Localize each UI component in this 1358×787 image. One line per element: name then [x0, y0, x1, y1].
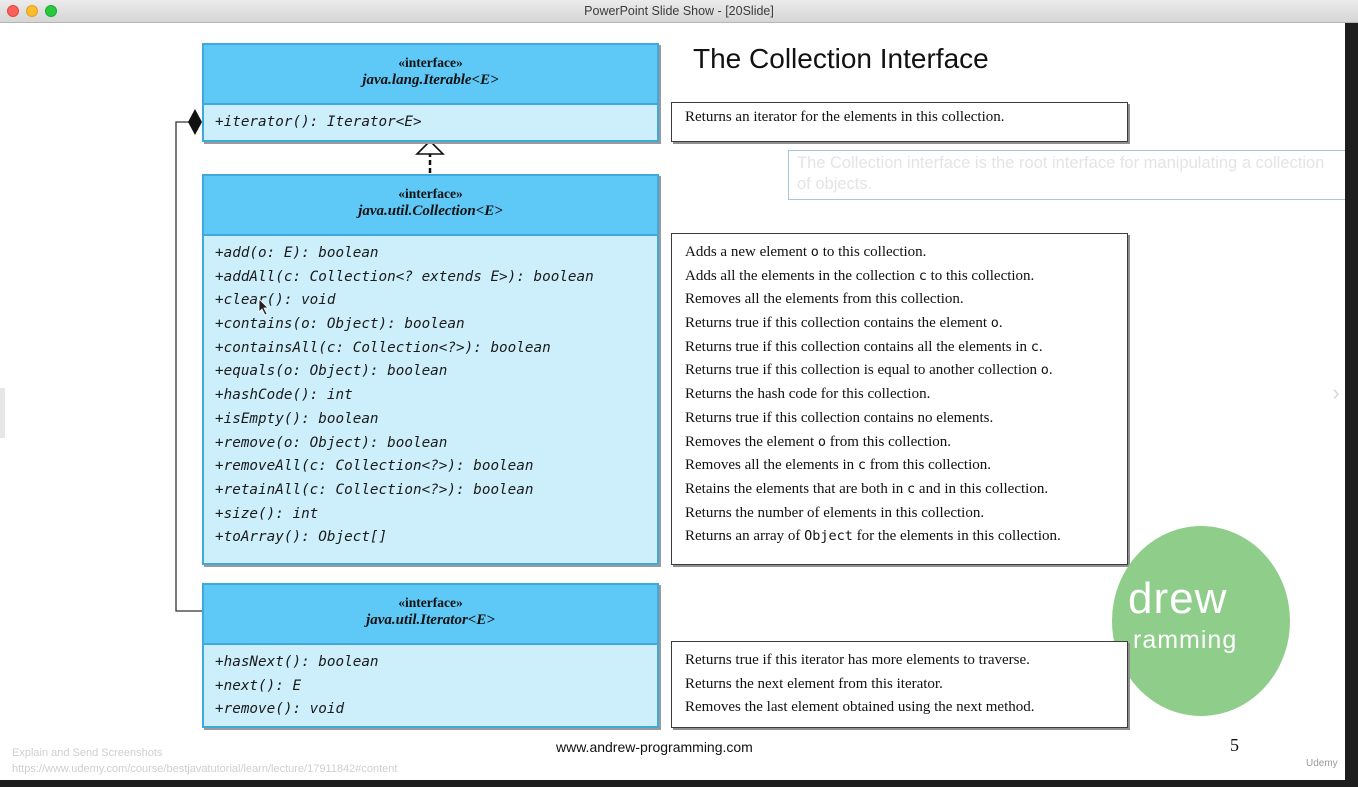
collection-description-box: Adds a new element o to this collection.… — [671, 233, 1128, 565]
method: +remove(): void — [215, 701, 345, 718]
window-title-bar: PowerPoint Slide Show - [20Slide] — [0, 0, 1358, 23]
iterable-description-box: Returns an iterator for the elements in … — [671, 102, 1128, 142]
description-line: Returns true if this collection contains… — [685, 409, 994, 426]
description-line: Removes the element o from this collecti… — [685, 433, 952, 450]
method: +hasNext(): boolean — [215, 654, 379, 670]
realization-arrowhead-icon — [415, 139, 445, 155]
description-line: Returns the next element from this itera… — [685, 675, 943, 692]
description-line: Returns the number of elements in this c… — [685, 504, 985, 521]
method: +addAll(c: Collection<? extends E>): boo… — [215, 268, 594, 285]
method: +retainAll(c: Collection<?>): boolean — [215, 481, 534, 498]
method: +contains(o: Object): boolean — [215, 316, 465, 333]
lecture-url[interactable]: https://www.udemy.com/course/bestjavatut… — [12, 763, 397, 775]
udemy-watermark: Udemy — [1306, 758, 1338, 769]
logo-text: drew — [1128, 574, 1228, 623]
method: +hashCode(): int — [215, 387, 353, 404]
stereotype: «interface» — [398, 55, 463, 70]
composition-diamond-icon — [188, 109, 202, 135]
uml-header: «interface» java.util.Iterator<E> — [204, 585, 657, 645]
description-line: Returns an iterator for the elements in … — [685, 109, 1005, 125]
description-line: Adds all the elements in the collection … — [685, 267, 1035, 284]
interface-name: java.lang.Iterable<E> — [362, 72, 499, 88]
method: +toArray(): Object[] — [215, 529, 388, 546]
uml-header: «interface» java.lang.Iterable<E> — [204, 45, 657, 105]
uml-iterator: «interface» java.util.Iterator<E> +hasNe… — [202, 583, 659, 728]
method-list: +add(o: E): boolean +addAll(c: Collectio… — [204, 236, 657, 550]
description-line: Removes all the elements from this colle… — [685, 291, 964, 308]
stereotype: «interface» — [398, 186, 463, 201]
stereotype: «interface» — [398, 595, 463, 610]
description-line: Returns an array of Object for the eleme… — [685, 528, 1061, 545]
interface-name: java.util.Collection<E> — [358, 203, 503, 219]
method-list: +hasNext(): boolean +next(): E +remove()… — [204, 645, 657, 722]
method: +size(): int — [215, 505, 319, 522]
window-title: PowerPoint Slide Show - [20Slide] — [584, 4, 774, 18]
method: +add(o: E): boolean — [215, 245, 379, 261]
description-line: Returns true if this iterator has more e… — [685, 652, 1030, 668]
description-line: Removes all the elements in c from this … — [685, 457, 991, 474]
speaker-note-box[interactable]: The Collection interface is the root int… — [788, 150, 1345, 200]
uml-header: «interface» java.util.Collection<E> — [204, 176, 657, 236]
slide-title: The Collection Interface — [693, 43, 989, 74]
uml-iterable: «interface» java.lang.Iterable<E> +itera… — [202, 43, 659, 142]
mouse-cursor-icon — [258, 298, 269, 316]
uml-collection: «interface» java.util.Collection<E> +add… — [202, 174, 659, 565]
description-line: Returns true if this collection contains… — [685, 338, 1043, 355]
method: +containsAll(c: Collection<?>): boolean — [215, 339, 551, 356]
andrew-programming-logo: drew ramming — [1112, 526, 1290, 716]
logo-text: ramming — [1133, 626, 1238, 654]
method: +equals(o: Object): boolean — [215, 363, 448, 380]
description-line: Retains the elements that are both in c … — [685, 480, 1049, 497]
description-line: Returns true if this collection contains… — [685, 315, 1003, 332]
screenshot-tool-label[interactable]: Explain and Send Screenshots — [12, 747, 162, 759]
method: +iterator(): Iterator<E> — [215, 114, 422, 130]
method: +remove(o: Object): boolean — [215, 434, 448, 451]
composition-line — [175, 121, 202, 612]
description-line: Returns the hash code for this collectio… — [685, 386, 931, 403]
interface-name: java.util.Iterator<E> — [366, 612, 495, 628]
method: +clear(): void — [215, 292, 336, 309]
slide-number: 5 — [1230, 735, 1239, 755]
method: +removeAll(c: Collection<?>): boolean — [215, 458, 534, 475]
method-list: +iterator(): Iterator<E> — [204, 105, 657, 135]
method: +next(): E — [215, 677, 302, 694]
method: +isEmpty(): boolean — [215, 410, 379, 427]
description-line: Adds a new element o to this collection. — [685, 244, 927, 260]
iterator-description-box: Returns true if this iterator has more e… — [671, 641, 1128, 728]
description-line: Removes the last element obtained using … — [685, 699, 1035, 716]
footer-url: www.andrew-programming.com — [556, 739, 753, 755]
description-line: Returns true if this collection is equal… — [685, 362, 1053, 379]
slide-canvas[interactable]: › The Collection Interface «interface» j… — [0, 23, 1345, 780]
